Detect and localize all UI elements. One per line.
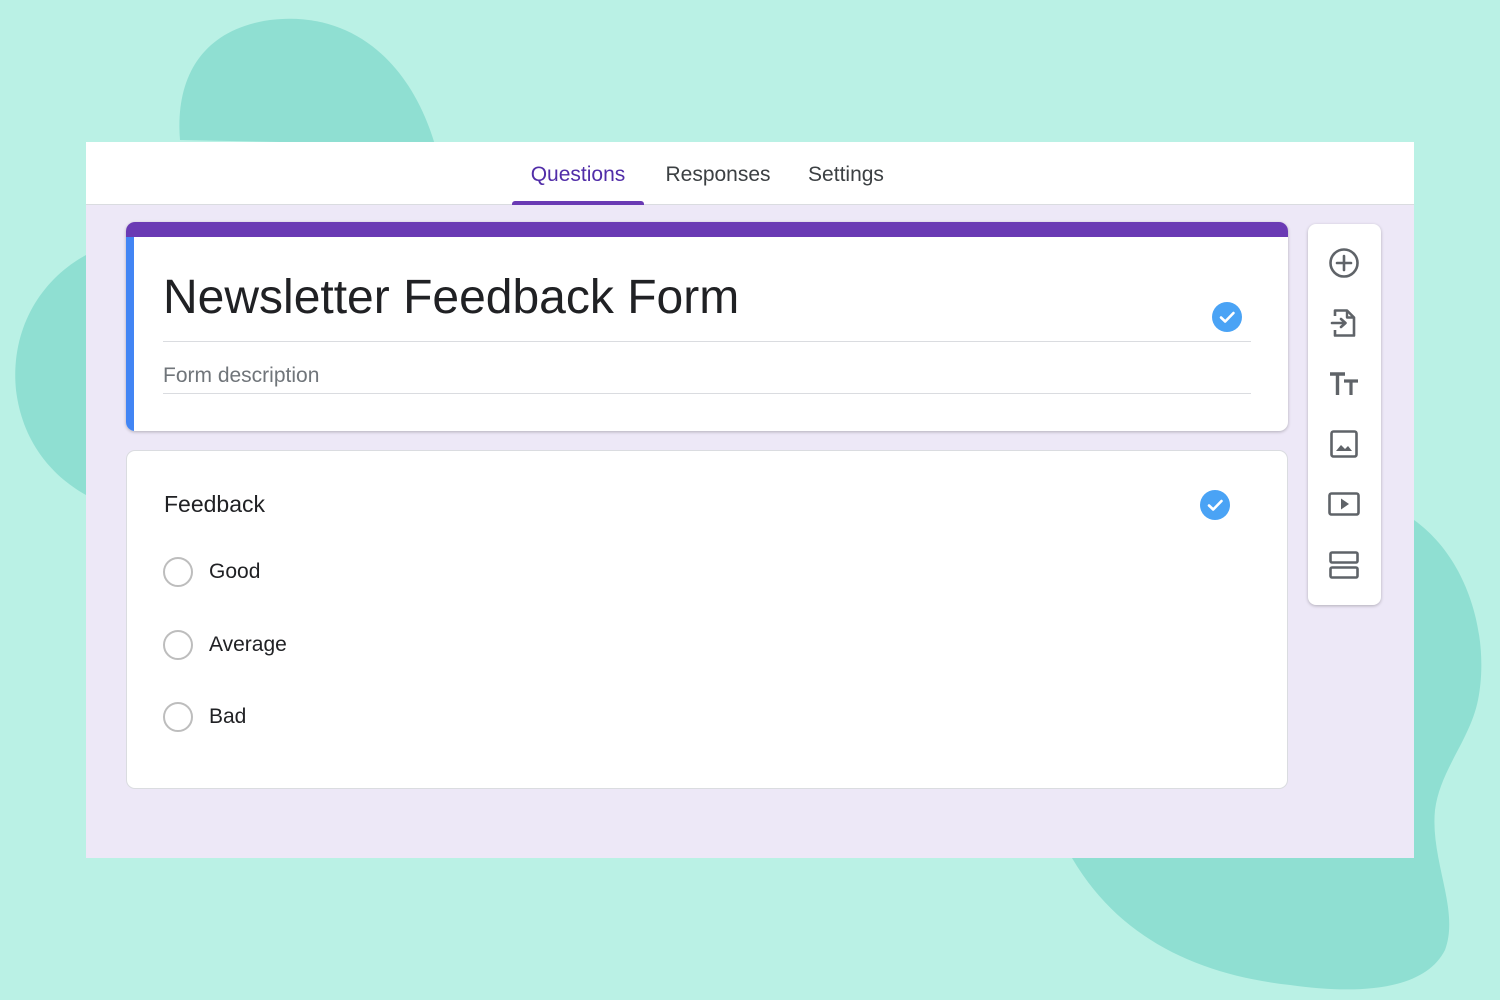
option-bad[interactable]: Bad: [163, 700, 563, 734]
card-accent-bar: [126, 222, 1288, 237]
add-video-icon[interactable]: [1326, 486, 1362, 522]
tab-bar: Questions Responses Settings: [86, 142, 1414, 205]
tab-questions[interactable]: Questions: [512, 142, 644, 205]
option-label: Bad: [209, 705, 247, 728]
option-label: Good: [209, 560, 261, 583]
card-focus-bar: [126, 237, 134, 431]
add-question-icon[interactable]: [1326, 245, 1362, 281]
question-card[interactable]: Feedback Good Average Bad: [126, 450, 1288, 789]
option-average[interactable]: Average: [163, 628, 563, 662]
tab-responses[interactable]: Responses: [656, 142, 780, 204]
form-title-card[interactable]: Newsletter Feedback Form Form descriptio…: [126, 222, 1288, 431]
add-section-icon[interactable]: [1326, 547, 1362, 583]
radio-button[interactable]: [163, 630, 193, 660]
question-title: Feedback: [164, 491, 266, 517]
radio-button[interactable]: [163, 702, 193, 732]
add-title-icon[interactable]: [1326, 366, 1362, 402]
tab-responses-label: Responses: [665, 163, 771, 186]
tab-questions-label: Questions: [530, 163, 626, 186]
import-questions-icon[interactable]: [1326, 305, 1362, 341]
add-image-icon[interactable]: [1326, 426, 1362, 462]
tab-settings-label: Settings: [808, 163, 884, 186]
check-circle-icon: [1212, 302, 1242, 332]
active-tab-indicator: [512, 201, 644, 205]
option-label: Average: [209, 633, 287, 656]
check-circle-icon: [1200, 490, 1230, 520]
title-underline: [163, 341, 1251, 342]
form-title-field[interactable]: Newsletter Feedback Form: [163, 268, 1251, 328]
form-title: Newsletter Feedback Form: [163, 271, 740, 324]
forms-editor-window: Questions Responses Settings Newsletter …: [86, 142, 1414, 858]
description-underline: [163, 393, 1251, 394]
radio-button[interactable]: [163, 557, 193, 587]
tab-settings[interactable]: Settings: [798, 142, 894, 204]
option-good[interactable]: Good: [163, 555, 563, 589]
floating-toolbar: [1308, 224, 1381, 605]
form-description-field[interactable]: Form description: [163, 362, 1251, 394]
